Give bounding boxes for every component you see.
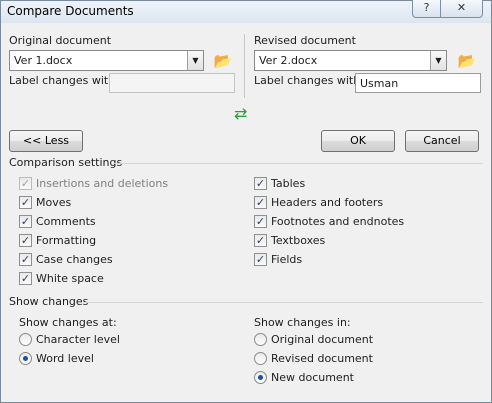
word-level-radio[interactable]	[19, 352, 32, 365]
revised-label-field[interactable]: Usman	[355, 73, 481, 93]
swap-arrows-icon[interactable]: ⇄	[234, 106, 247, 122]
new-document-radio[interactable]	[254, 371, 267, 384]
formatting-label: Formatting	[36, 234, 97, 247]
chevron-down-icon[interactable]: ▼	[430, 51, 446, 70]
white-space-label: White space	[36, 272, 104, 285]
radio-selected-dot	[23, 356, 28, 361]
vertical-divider	[244, 34, 245, 98]
show-changes-at-title: Show changes at:	[19, 316, 117, 329]
revised-label-value: Usman	[360, 77, 399, 90]
original-document-value: Ver 1.docx	[14, 54, 73, 67]
show-changes-in-title: Show changes in:	[254, 316, 351, 329]
folder-open-icon[interactable]: 📂	[213, 52, 233, 70]
new-document-label: New document	[271, 371, 354, 384]
revised-label-caption: Label changes with	[254, 74, 361, 87]
original-label-field[interactable]	[109, 73, 235, 93]
revised-document-radio[interactable]	[254, 352, 267, 365]
headers-footers-checkbox[interactable]: ✓	[254, 196, 267, 209]
cancel-button[interactable]: Cancel	[405, 130, 479, 152]
headers-footers-label: Headers and footers	[271, 196, 384, 209]
title-bar: Compare Documents ? ✕	[1, 0, 491, 23]
tables-label: Tables	[271, 177, 306, 190]
footnotes-endnotes-checkbox[interactable]: ✓	[254, 215, 267, 228]
character-level-radio[interactable]	[19, 333, 32, 346]
radio-selected-dot	[258, 375, 263, 380]
comparison-settings-title: Comparison settings	[9, 156, 123, 169]
ok-button[interactable]: OK	[321, 130, 395, 152]
textboxes-checkbox[interactable]: ✓	[254, 234, 267, 247]
case-changes-checkbox[interactable]: ✓	[19, 253, 32, 266]
comments-checkbox[interactable]: ✓	[19, 215, 32, 228]
original-label-caption: Label changes with	[9, 74, 116, 87]
folder-open-icon[interactable]: 📂	[457, 52, 477, 70]
revised-document-select[interactable]: Ver 2.docx ▼	[254, 50, 447, 71]
fields-label: Fields	[271, 253, 303, 266]
comments-label: Comments	[36, 215, 96, 228]
divider	[85, 302, 483, 303]
help-button[interactable]: ?	[412, 0, 441, 18]
close-button[interactable]: ✕	[440, 0, 483, 18]
formatting-checkbox[interactable]: ✓	[19, 234, 32, 247]
textboxes-label: Textboxes	[271, 234, 326, 247]
moves-label: Moves	[36, 196, 72, 209]
less-button[interactable]: << Less	[9, 130, 83, 152]
revised-document-value: Ver 2.docx	[259, 54, 318, 67]
tables-checkbox[interactable]: ✓	[254, 177, 267, 190]
insertions-deletions-checkbox[interactable]: ✓	[19, 177, 32, 190]
case-changes-label: Case changes	[36, 253, 113, 266]
white-space-checkbox[interactable]: ✓	[19, 272, 32, 285]
divider	[113, 163, 483, 164]
original-document-label: Original document	[271, 333, 374, 346]
word-level-label: Word level	[36, 352, 94, 365]
fields-checkbox[interactable]: ✓	[254, 253, 267, 266]
dialog-title: Compare Documents	[7, 4, 134, 18]
insertions-deletions-label: Insertions and deletions	[36, 177, 169, 190]
footnotes-endnotes-label: Footnotes and endnotes	[271, 215, 405, 228]
moves-checkbox[interactable]: ✓	[19, 196, 32, 209]
show-changes-title: Show changes	[9, 295, 89, 308]
original-document-heading: Original document	[9, 34, 112, 47]
chevron-down-icon[interactable]: ▼	[187, 51, 203, 70]
original-document-radio[interactable]	[254, 333, 267, 346]
revised-document-heading: Revised document	[254, 34, 356, 47]
compare-documents-dialog: Compare Documents ? ✕ Original document …	[0, 0, 492, 403]
original-document-select[interactable]: Ver 1.docx ▼	[9, 50, 204, 71]
revised-document-label: Revised document	[271, 352, 373, 365]
character-level-label: Character level	[36, 333, 120, 346]
